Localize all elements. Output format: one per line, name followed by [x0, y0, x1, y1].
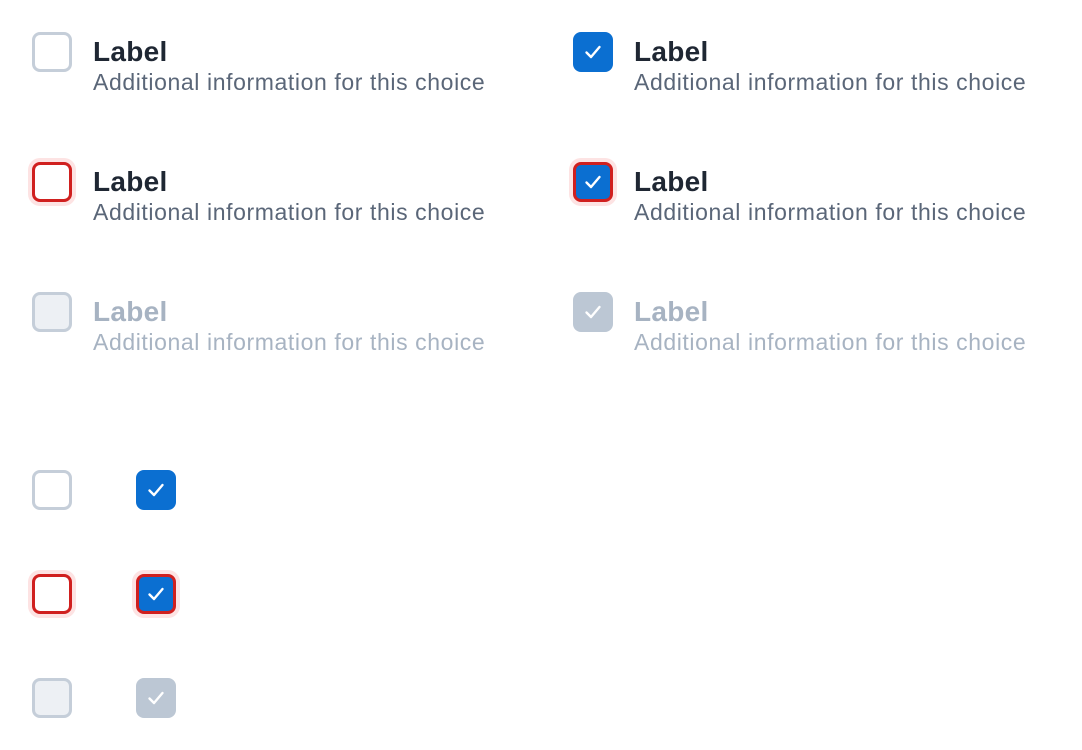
checkbox-text: Label Additional information for this ch…	[93, 35, 485, 96]
standalone-checkbox-unchecked[interactable]	[32, 470, 72, 510]
checkbox-text: Label Additional information for this ch…	[634, 295, 1026, 356]
checkbox-description: Additional information for this choice	[93, 329, 486, 355]
standalone-checkbox-error-unchecked[interactable]	[32, 574, 72, 614]
checkbox-description: Additional information for this choice	[93, 199, 486, 225]
checkbox-box[interactable]	[32, 162, 72, 202]
check-icon	[148, 587, 164, 601]
check-icon	[585, 45, 601, 59]
checkbox-label: Label	[93, 166, 168, 197]
checkbox-label: Label	[634, 166, 709, 197]
check-icon	[585, 175, 601, 189]
checkbox-text: Label Additional information for this ch…	[93, 295, 485, 356]
checkbox-description: Additional information for this choice	[634, 69, 1027, 95]
check-icon	[148, 691, 164, 705]
checkbox-box[interactable]	[573, 32, 613, 72]
checkbox-box[interactable]	[32, 32, 72, 72]
check-icon	[585, 305, 601, 319]
checkbox-text: Label Additional information for this ch…	[634, 165, 1026, 226]
checkbox-label: Label	[93, 296, 168, 327]
checkbox-box	[573, 292, 613, 332]
checkbox-label: Label	[93, 36, 168, 67]
checkbox-box[interactable]	[573, 162, 613, 202]
checkbox-description: Additional information for this choice	[634, 199, 1027, 225]
checkbox-box	[32, 292, 72, 332]
checkbox-text: Label Additional information for this ch…	[634, 35, 1026, 96]
checkbox-text: Label Additional information for this ch…	[93, 165, 485, 226]
standalone-checkbox-disabled-checked	[136, 678, 176, 718]
checkbox-description: Additional information for this choice	[93, 69, 486, 95]
checkbox-label: Label	[634, 296, 709, 327]
standalone-checkbox-checked[interactable]	[136, 470, 176, 510]
standalone-checkbox-disabled-unchecked	[32, 678, 72, 718]
checkbox-label: Label	[634, 36, 709, 67]
standalone-checkbox-error-checked[interactable]	[136, 574, 176, 614]
checkbox-description: Additional information for this choice	[634, 329, 1027, 355]
check-icon	[148, 483, 164, 497]
